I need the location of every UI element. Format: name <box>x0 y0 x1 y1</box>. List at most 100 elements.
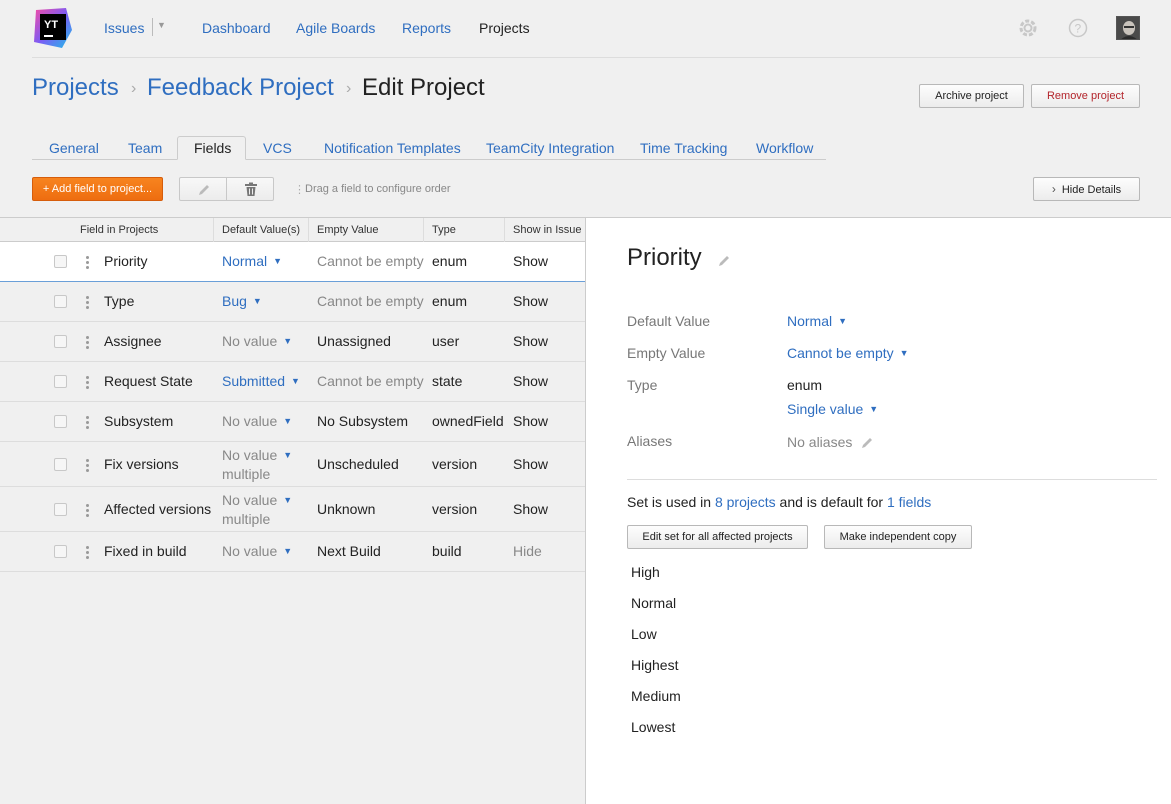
table-row[interactable]: Request State Submitted ▼ Cannot be empty st… <box>0 362 585 402</box>
table-row[interactable]: Type Bug ▼ Cannot be empty enum Show <box>0 282 585 322</box>
value-item[interactable]: Low <box>631 626 657 642</box>
empty-value[interactable]: Cannot be empty <box>317 373 424 389</box>
issues-dropdown-icon[interactable]: ▼ <box>157 20 166 30</box>
field-name[interactable]: Affected versions <box>104 501 211 517</box>
field-name[interactable]: Priority <box>104 253 148 269</box>
drag-handle-icon[interactable] <box>86 459 89 473</box>
drag-handle-icon[interactable] <box>86 336 89 350</box>
empty-value[interactable]: Next Build <box>317 543 381 559</box>
breadcrumb-project[interactable]: Feedback Project <box>147 73 334 103</box>
nav-dashboard[interactable]: Dashboard <box>202 19 271 37</box>
drag-handle-icon[interactable] <box>86 376 89 390</box>
table-row[interactable]: Fixed in build No value ▼ Next Build build Hi… <box>0 532 585 572</box>
default-value-select[interactable]: No value ▼ multiple <box>222 492 292 528</box>
default-value-select[interactable]: No value ▼ <box>222 413 292 432</box>
tab-notification-templates[interactable]: Notification Templates <box>324 140 461 156</box>
show-in-issue[interactable]: Hide <box>513 543 542 559</box>
default-value-select[interactable]: Normal ▼ <box>222 253 282 272</box>
show-in-issue[interactable]: Show <box>513 333 548 349</box>
header-default-values[interactable]: Default Value(s) <box>222 224 300 236</box>
pencil-icon[interactable] <box>860 436 874 450</box>
row-checkbox[interactable] <box>54 503 67 516</box>
empty-value[interactable]: Unknown <box>317 501 375 517</box>
empty-value[interactable]: Cannot be empty <box>317 253 424 269</box>
header-empty-value[interactable]: Empty Value <box>317 224 379 236</box>
value-item[interactable]: High <box>631 564 660 580</box>
user-avatar[interactable] <box>1116 16 1140 40</box>
nav-reports[interactable]: Reports <box>402 19 451 37</box>
nav-agile-boards[interactable]: Agile Boards <box>296 19 375 37</box>
value-item[interactable]: Normal <box>631 595 676 611</box>
field-name[interactable]: Assignee <box>104 333 162 349</box>
row-checkbox[interactable] <box>54 415 67 428</box>
row-checkbox[interactable] <box>54 545 67 558</box>
edit-set-button[interactable]: Edit set for all affected projects <box>627 525 808 549</box>
row-checkbox[interactable] <box>54 335 67 348</box>
default-value-select[interactable]: Submitted ▼ <box>222 373 300 392</box>
drag-handle-icon[interactable] <box>86 546 89 560</box>
drag-handle-icon[interactable] <box>86 504 89 518</box>
empty-value[interactable]: Cannot be empty <box>317 293 424 309</box>
field-name[interactable]: Fix versions <box>104 456 179 472</box>
tab-teamcity-integration[interactable]: TeamCity Integration <box>486 140 614 156</box>
add-field-button[interactable]: + Add field to project... <box>32 177 163 201</box>
drag-handle-icon[interactable] <box>86 256 89 270</box>
table-row[interactable]: Affected versions No value ▼ multiple Unknow… <box>0 487 585 532</box>
nav-projects[interactable]: Projects <box>479 19 530 37</box>
row-checkbox[interactable] <box>54 375 67 388</box>
empty-value[interactable]: No Subsystem <box>317 413 408 429</box>
default-value-select[interactable]: No value ▼ <box>222 333 292 352</box>
value-item[interactable]: Medium <box>631 688 681 704</box>
edit-field-button[interactable] <box>179 177 227 201</box>
hide-details-button[interactable]: › Hide Details <box>1033 177 1140 201</box>
table-row[interactable]: Fix versions No value ▼ multiple Unscheduled… <box>0 442 585 487</box>
header-show-in-issue[interactable]: Show in Issue <box>513 224 581 236</box>
drag-handle-icon[interactable] <box>86 296 89 310</box>
cardinality-select[interactable]: Single value ▼ <box>787 401 878 417</box>
pencil-icon[interactable] <box>717 254 731 268</box>
default-value-select[interactable]: Normal ▼ <box>787 313 847 329</box>
youtrack-logo[interactable]: YT <box>32 8 72 48</box>
show-in-issue[interactable]: Show <box>513 373 548 389</box>
header-type[interactable]: Type <box>432 224 456 236</box>
delete-field-button[interactable] <box>226 177 274 201</box>
show-in-issue[interactable]: Show <box>513 293 548 309</box>
row-checkbox[interactable] <box>54 458 67 471</box>
make-copy-button[interactable]: Make independent copy <box>824 525 972 549</box>
value-item[interactable]: Highest <box>631 657 678 673</box>
show-in-issue[interactable]: Show <box>513 456 548 472</box>
remove-project-button[interactable]: Remove project <box>1031 84 1140 108</box>
empty-value[interactable]: Unscheduled <box>317 456 399 472</box>
show-in-issue[interactable]: Show <box>513 253 548 269</box>
breadcrumb-projects[interactable]: Projects <box>32 73 119 103</box>
header-field-in-projects[interactable]: Field in Projects <box>80 224 158 236</box>
default-value-select[interactable]: No value ▼ <box>222 543 292 562</box>
table-row[interactable]: Priority Normal ▼ Cannot be empty enum Show <box>0 242 585 282</box>
field-name[interactable]: Type <box>104 293 134 309</box>
field-name[interactable]: Subsystem <box>104 413 173 429</box>
tab-vcs[interactable]: VCS <box>263 140 292 156</box>
empty-value[interactable]: Unassigned <box>317 333 391 349</box>
value-item[interactable]: Lowest <box>631 719 675 735</box>
usage-fields-link[interactable]: 1 fields <box>887 494 931 510</box>
show-in-issue[interactable]: Show <box>513 501 548 517</box>
tab-general[interactable]: General <box>49 140 99 156</box>
field-name[interactable]: Request State <box>104 373 193 389</box>
table-row[interactable]: Subsystem No value ▼ No Subsystem ownedField… <box>0 402 585 442</box>
nav-issues[interactable]: Issues <box>104 19 144 37</box>
tab-time-tracking[interactable]: Time Tracking <box>640 140 727 156</box>
default-value-select[interactable]: Bug ▼ <box>222 293 262 312</box>
default-value-select[interactable]: No value ▼ multiple <box>222 447 292 483</box>
usage-projects-link[interactable]: 8 projects <box>715 494 776 510</box>
drag-handle-icon[interactable] <box>86 416 89 430</box>
settings-icon[interactable] <box>1018 18 1038 38</box>
tab-team[interactable]: Team <box>128 140 162 156</box>
row-checkbox[interactable] <box>54 255 67 268</box>
table-row[interactable]: Assignee No value ▼ Unassigned user Show <box>0 322 585 362</box>
help-icon[interactable]: ? <box>1068 18 1088 38</box>
row-checkbox[interactable] <box>54 295 67 308</box>
archive-project-button[interactable]: Archive project <box>919 84 1024 108</box>
tab-workflow[interactable]: Workflow <box>756 140 813 156</box>
field-name[interactable]: Fixed in build <box>104 543 187 559</box>
tab-fields[interactable]: Fields <box>194 140 231 156</box>
